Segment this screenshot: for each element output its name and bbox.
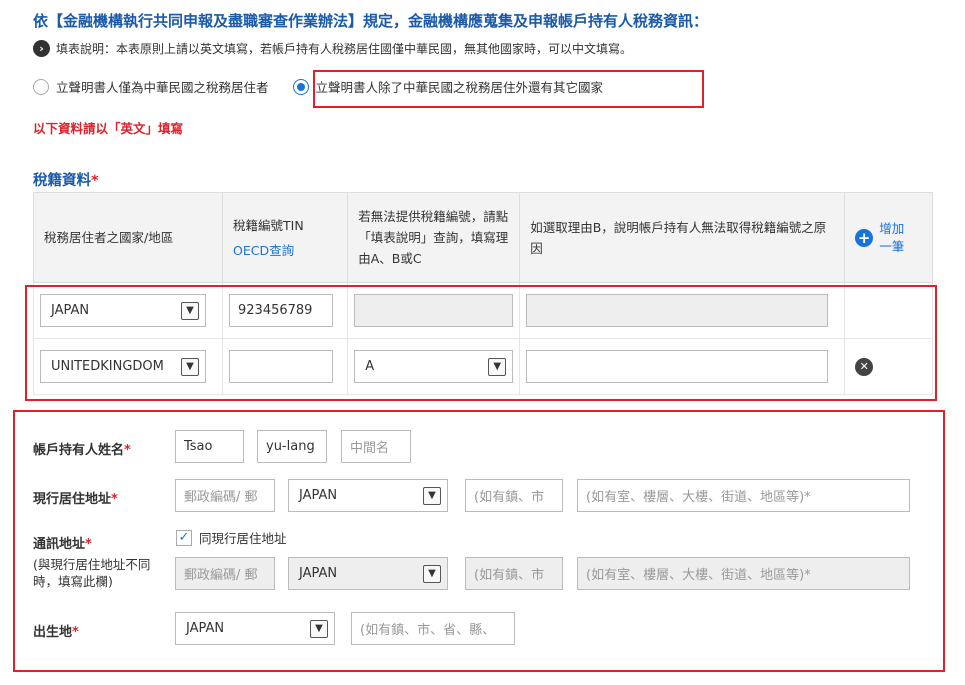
mailing-note: (與現行居住地址不同時，填寫此欄) — [33, 557, 151, 589]
tax-section-title: 稅籍資料* — [33, 169, 99, 190]
required-mark: * — [72, 625, 79, 640]
tax-section-title-text: 稅籍資料 — [33, 173, 91, 189]
mailing-label: 通訊地址* — [33, 533, 92, 552]
middle-name-input[interactable]: 中間名 — [341, 430, 411, 463]
birthplace-label: 出生地* — [33, 621, 79, 640]
required-mark: * — [124, 443, 131, 458]
instruction-note: › 填表說明：本表原則上請以英文填寫，若帳戶持有人稅務居住國僅中華民國，無其他國… — [33, 40, 632, 57]
required-mark: * — [111, 492, 118, 507]
chevron-down-icon: ▼ — [423, 486, 441, 505]
birthplace-city-input[interactable]: (如有鎮、市、省、縣、 — [351, 612, 515, 645]
birthplace-country-value: JAPAN — [186, 621, 225, 636]
plus-circle-icon: + — [855, 228, 874, 247]
mailing-country-select[interactable]: JAPAN ▼ — [288, 557, 448, 590]
holder-name-label: 帳戶持有人姓名* — [33, 439, 131, 458]
instruction-text: 填表說明：本表原則上請以英文填寫，若帳戶持有人稅務居住國僅中華民國，無其他國家時… — [56, 42, 633, 56]
address-label: 現行居住地址* — [33, 488, 118, 507]
add-row-label: 增加一筆 — [879, 220, 905, 254]
english-notice: 以下資料請以「英文」填寫 — [33, 121, 184, 136]
chevron-right-icon: › — [33, 40, 50, 57]
postal-code-input[interactable]: 郵政編碼/ 郵 — [175, 479, 275, 512]
birthplace-country-select[interactable]: JAPAN ▼ — [175, 612, 335, 645]
last-name-input[interactable]: Tsao — [175, 430, 244, 463]
page-title: 依【金融機構執行共同申報及盡職審查作業辦法】規定，金融機構應蒐集及申報帳戶持有人… — [33, 12, 709, 30]
holder-name-label-text: 帳戶持有人姓名 — [33, 443, 125, 458]
add-row-button[interactable]: + 增加一筆 — [855, 220, 922, 256]
birthplace-label-text: 出生地 — [33, 625, 73, 640]
chevron-down-icon: ▼ — [423, 564, 441, 583]
address-country-value: JAPAN — [299, 488, 338, 503]
check-icon[interactable]: ✓ — [176, 529, 192, 546]
radio-label-taiwan-only: 立聲明書人僅為中華民國之稅務居住者 — [56, 80, 269, 95]
city-input[interactable]: (如有鎮、市 — [465, 479, 563, 512]
mailing-country-value: JAPAN — [299, 566, 338, 581]
first-name-input[interactable]: yu-lang — [257, 430, 327, 463]
address-country-select[interactable]: JAPAN ▼ — [288, 479, 448, 512]
radio-taiwan-only[interactable] — [33, 78, 49, 95]
header-tin-label: 稅籍編號TIN — [233, 217, 304, 233]
mailing-city-input[interactable]: (如有鎮、市 — [465, 557, 563, 590]
oecd-lookup-link[interactable]: OECD查詢 — [233, 240, 337, 261]
mailing-label-text: 通訊地址 — [33, 537, 86, 552]
mailing-street-input[interactable]: (如有室、樓層、大樓、街道、地區等)* — [577, 557, 910, 590]
same-address-label: 同現行居住地址 — [199, 531, 287, 546]
radio-other-countries[interactable] — [292, 78, 309, 95]
same-address-checkbox-row[interactable]: ✓ 同現行居住地址 — [176, 528, 287, 547]
mailing-postal-input[interactable]: 郵政編碼/ 郵 — [175, 557, 275, 590]
chevron-down-icon: ▼ — [310, 619, 328, 638]
required-mark: * — [85, 537, 92, 552]
header-add: + 增加一筆 — [844, 192, 933, 283]
residency-option-taiwan-only[interactable]: 立聲明書人僅為中華民國之稅務居住者 — [33, 77, 269, 96]
header-tin: 稅籍編號TIN OECD查詢 — [222, 192, 349, 283]
header-reason-b: 如選取理由B，說明帳戶持有人無法取得稅籍編號之原因 — [519, 192, 846, 283]
street-input[interactable]: (如有室、樓層、大樓、街道、地區等)* — [577, 479, 910, 512]
address-label-text: 現行居住地址 — [33, 492, 112, 507]
header-country: 稅務居住者之國家/地區 — [32, 192, 224, 283]
highlight-box-radio — [313, 70, 704, 108]
header-reason: 若無法提供稅籍編號，請點「填表說明」查詢，填寫理由A、B或C — [347, 192, 521, 283]
required-mark: * — [91, 173, 99, 189]
highlight-box-rows — [25, 285, 937, 401]
